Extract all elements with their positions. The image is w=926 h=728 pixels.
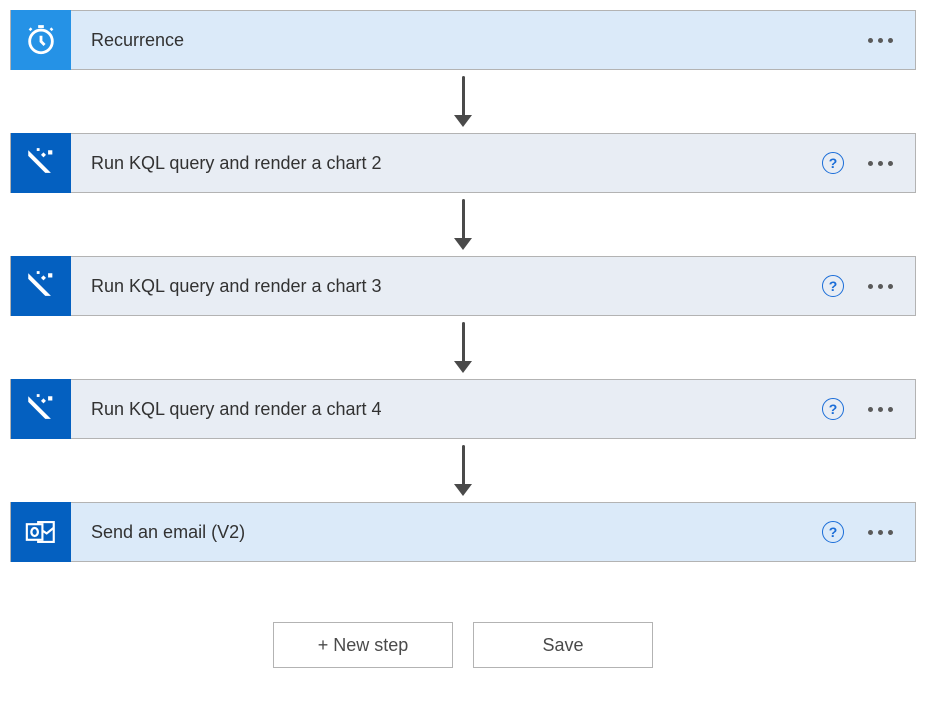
- arrow-connector: [454, 439, 472, 502]
- more-icon[interactable]: [868, 524, 893, 541]
- flow-container: Recurrence Run KQL query and render a ch…: [10, 10, 916, 668]
- help-icon[interactable]: ?: [822, 152, 844, 174]
- step-title: Run KQL query and render a chart 3: [71, 276, 822, 297]
- step-title: Run KQL query and render a chart 2: [71, 153, 822, 174]
- step-kql-2[interactable]: Run KQL query and render a chart 2 ?: [10, 133, 916, 193]
- step-recurrence[interactable]: Recurrence: [10, 10, 916, 70]
- save-button[interactable]: Save: [473, 622, 653, 668]
- more-icon[interactable]: [868, 155, 893, 172]
- arrow-connector: [454, 316, 472, 379]
- step-actions: ?: [822, 398, 915, 420]
- outlook-icon: [11, 502, 71, 562]
- step-actions: ?: [822, 152, 915, 174]
- recurrence-icon: [11, 10, 71, 70]
- help-icon[interactable]: ?: [822, 521, 844, 543]
- footer-buttons: + New step Save: [273, 622, 653, 668]
- step-title: Recurrence: [71, 30, 868, 51]
- azure-monitor-icon: [11, 379, 71, 439]
- help-icon[interactable]: ?: [822, 275, 844, 297]
- more-icon[interactable]: [868, 32, 893, 49]
- azure-monitor-icon: [11, 133, 71, 193]
- step-kql-4[interactable]: Run KQL query and render a chart 4 ?: [10, 379, 916, 439]
- more-icon[interactable]: [868, 401, 893, 418]
- step-actions: ?: [822, 521, 915, 543]
- help-icon[interactable]: ?: [822, 398, 844, 420]
- step-send-email[interactable]: Send an email (V2) ?: [10, 502, 916, 562]
- azure-monitor-icon: [11, 256, 71, 316]
- arrow-connector: [454, 70, 472, 133]
- arrow-connector: [454, 193, 472, 256]
- step-title: Run KQL query and render a chart 4: [71, 399, 822, 420]
- new-step-button[interactable]: + New step: [273, 622, 453, 668]
- more-icon[interactable]: [868, 278, 893, 295]
- step-title: Send an email (V2): [71, 522, 822, 543]
- step-actions: ?: [822, 275, 915, 297]
- step-kql-3[interactable]: Run KQL query and render a chart 3 ?: [10, 256, 916, 316]
- step-actions: [868, 32, 915, 49]
